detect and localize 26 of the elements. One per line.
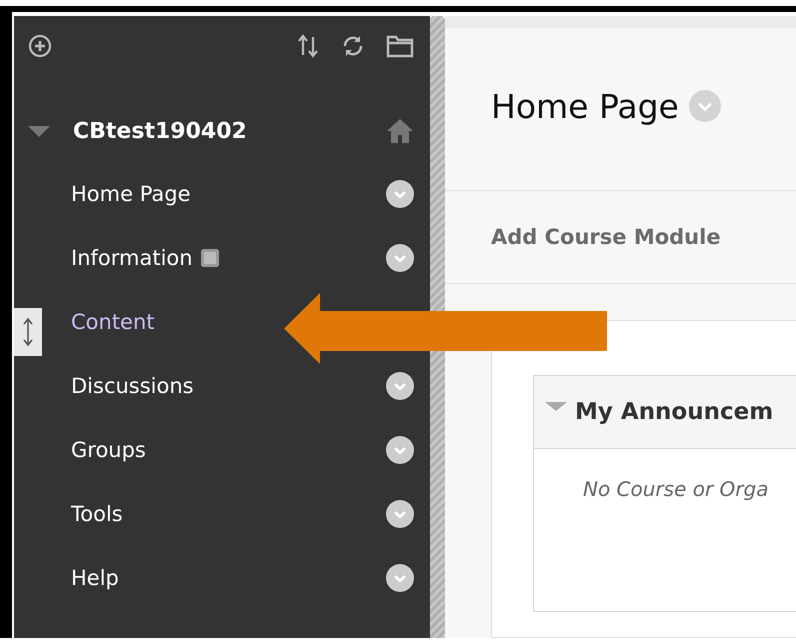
expand-icon[interactable] [28, 126, 50, 136]
menu-item[interactable]: Groups [71, 438, 146, 462]
page-title: Home Page [491, 86, 679, 126]
menu-item[interactable]: Tools [71, 502, 123, 526]
menu-item[interactable]: Discussions [71, 374, 194, 398]
reorder-icon[interactable] [296, 33, 320, 59]
module-title: My Announcem [575, 399, 774, 425]
menu-item[interactable]: Content [71, 310, 155, 334]
chevron-icon[interactable] [386, 436, 414, 464]
home-icon[interactable] [386, 118, 414, 144]
menu-item[interactable]: Help [71, 566, 119, 590]
course-title: CBtest190402 [73, 118, 248, 144]
add-course-module-button[interactable]: Add Course Module [491, 225, 721, 249]
calendar-icon [200, 249, 219, 267]
drag-handle[interactable] [14, 308, 42, 356]
chevron-icon[interactable] [386, 180, 414, 208]
chevron-icon[interactable] [386, 564, 414, 592]
add-icon[interactable] [28, 34, 52, 58]
chevron-icon[interactable] [386, 244, 414, 272]
scrollbar[interactable] [430, 16, 445, 638]
menu-item[interactable]: Home Page [71, 182, 191, 206]
chevron-icon[interactable] [386, 500, 414, 528]
folder-icon[interactable] [386, 34, 414, 58]
chevron-icon[interactable] [386, 372, 414, 400]
menu-item[interactable]: Information [71, 246, 193, 270]
empty-message: No Course or Orga [583, 477, 768, 501]
